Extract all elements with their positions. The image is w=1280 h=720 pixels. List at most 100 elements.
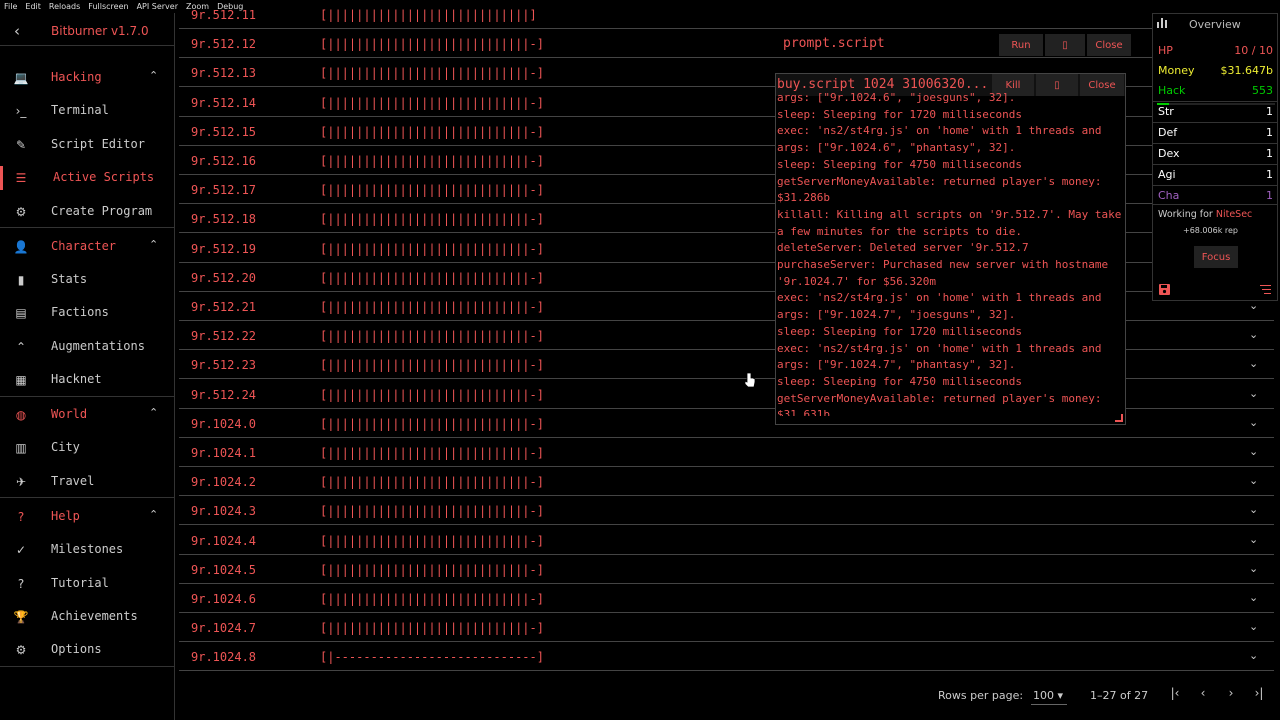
sidebar-item-factions[interactable]: ▤ Factions bbox=[0, 298, 175, 328]
resize-handle[interactable] bbox=[1115, 414, 1123, 422]
hostname: 9r.512.17 bbox=[191, 183, 257, 198]
chevron-down-icon[interactable]: ⌄ bbox=[1249, 387, 1258, 400]
app-title: Bitburner v1.7.0 bbox=[51, 24, 149, 38]
ram-usage-bar: [||||||||||||||||||||||||||||] bbox=[320, 8, 537, 22]
ram-usage-bar: [||||||||||||||||||||||||||||-] bbox=[320, 66, 544, 81]
last-page-icon[interactable]: ›| bbox=[1250, 686, 1268, 700]
airplane-icon: ✈ bbox=[15, 474, 27, 489]
sidebar-item-augmentations[interactable]: ⌃ Augmentations bbox=[0, 332, 175, 362]
sidebar-item-label: Stats bbox=[51, 271, 88, 286]
sidebar-item-label: Hacknet bbox=[51, 372, 102, 387]
sidebar-group-character[interactable]: 👤 Character ⌃ bbox=[0, 232, 175, 262]
sidebar-group-hacking[interactable]: 💻 Hacking ⌃ bbox=[0, 63, 175, 93]
sidebar-item-terminal[interactable]: ›_ Terminal bbox=[0, 96, 175, 126]
sidebar-item-label: Augmentations bbox=[51, 338, 145, 353]
table-row[interactable]: 9r.1024.3 [||||||||||||||||||||||||||||-]… bbox=[179, 496, 1274, 526]
overview-panel: Overview HP 10 / 10 Money $31.647b Hack 553 St… bbox=[1152, 13, 1278, 301]
sidebar-item-create-program[interactable]: ⚙ Create Program bbox=[0, 197, 175, 227]
first-page-icon[interactable]: |‹ bbox=[1166, 686, 1184, 700]
sidebar-item-city[interactable]: ▥ City bbox=[0, 433, 175, 463]
log-line: args: ["9r.1024.6", "joesguns", 32]. bbox=[777, 91, 1016, 104]
table-row[interactable]: 9r.1024.8 [|----------------------------]… bbox=[179, 642, 1274, 672]
hostname: 9r.1024.4 bbox=[191, 533, 257, 548]
save-icon[interactable] bbox=[1159, 284, 1170, 298]
chevron-left-icon[interactable]: ‹ bbox=[14, 22, 20, 40]
menu-api-server[interactable]: API Server bbox=[133, 2, 182, 11]
stat-hack: Hack 553 bbox=[1153, 81, 1277, 101]
minimize-button[interactable]: ▯ bbox=[1045, 34, 1085, 56]
sidebar-item-stats[interactable]: ▮ Stats bbox=[0, 265, 175, 295]
sidebar-item-label: Create Program bbox=[51, 203, 153, 218]
sidebar-item-label: Travel bbox=[51, 473, 95, 488]
options-icon[interactable] bbox=[1260, 284, 1271, 297]
table-row[interactable]: 9r.1024.2 [||||||||||||||||||||||||||||-]… bbox=[179, 467, 1274, 497]
close-button[interactable]: Close bbox=[1087, 34, 1131, 56]
sidebar-item-script-editor[interactable]: ✎ Script Editor bbox=[0, 130, 175, 160]
sidebar-item-active-scripts[interactable]: ☰ Active Scripts bbox=[0, 163, 175, 193]
sidebar-item-hacknet[interactable]: ▦ Hacknet bbox=[0, 365, 175, 395]
prev-page-icon[interactable]: ‹ bbox=[1194, 686, 1212, 700]
sidebar-item-options[interactable]: ⚙ Options bbox=[0, 635, 175, 665]
menu-file[interactable]: File bbox=[0, 2, 21, 11]
sidebar-item-tutorial[interactable]: ? Tutorial bbox=[0, 569, 175, 599]
sidebar-item-label: Factions bbox=[51, 305, 109, 320]
hostname: 9r.512.11 bbox=[191, 8, 257, 22]
sidebar-group-world[interactable]: ◍ World ⌃ bbox=[0, 400, 175, 430]
stat-label: Cha bbox=[1158, 189, 1180, 202]
chevron-down-icon[interactable]: ⌄ bbox=[1249, 562, 1258, 575]
rows-per-page-select[interactable]: 100 ▾ bbox=[1031, 685, 1067, 705]
chevron-down-icon[interactable]: ⌄ bbox=[1249, 416, 1258, 429]
chevron-down-icon[interactable]: ⌄ bbox=[1249, 503, 1258, 516]
menu-reloads[interactable]: Reloads bbox=[45, 2, 84, 11]
stat-value: 1 bbox=[1266, 168, 1273, 181]
chevron-down-icon[interactable]: ⌄ bbox=[1249, 474, 1258, 487]
sidebar-item-achievements[interactable]: 🏆 Achievements bbox=[0, 602, 175, 632]
sidebar-group-help[interactable]: ? Help ⌃ bbox=[0, 502, 175, 532]
chevron-down-icon[interactable]: ⌄ bbox=[1249, 533, 1258, 546]
hostname: 9r.512.16 bbox=[191, 154, 257, 168]
divider bbox=[0, 497, 175, 499]
focus-button[interactable]: Focus bbox=[1194, 246, 1238, 268]
log-line: exec: 'ns2/st4rg.js' on 'home' with 1 th… bbox=[777, 291, 1109, 322]
chevron-down-icon[interactable]: ⌄ bbox=[1249, 357, 1258, 370]
question-icon: ? bbox=[17, 576, 25, 591]
ram-usage-bar: [||||||||||||||||||||||||||||-] bbox=[320, 446, 544, 460]
sidebar-item-milestones[interactable]: ✓ Milestones bbox=[0, 535, 175, 565]
sidebar-item-label: City bbox=[51, 440, 80, 455]
prompt-window-title[interactable]: prompt.script bbox=[783, 36, 885, 51]
stat-def: Def 1 bbox=[1153, 123, 1277, 143]
menu-fullscreen[interactable]: Fullscreen bbox=[84, 2, 132, 11]
sidebar-item-travel[interactable]: ✈ Travel bbox=[0, 467, 175, 497]
chevron-down-icon[interactable]: ⌄ bbox=[1249, 649, 1258, 662]
chevron-down-icon[interactable]: ⌄ bbox=[1249, 445, 1258, 458]
rows-per-page-label: Rows per page: bbox=[938, 689, 1024, 702]
hostname: 9r.1024.0 bbox=[191, 416, 257, 431]
chevron-down-icon[interactable]: ⌄ bbox=[1249, 328, 1258, 341]
table-row[interactable]: 9r.1024.1 [||||||||||||||||||||||||||||-]… bbox=[179, 438, 1274, 467]
stat-value: 1 bbox=[1266, 126, 1273, 139]
ram-usage-bar: [||||||||||||||||||||||||||||-] bbox=[320, 592, 544, 606]
bar-chart-icon: ▮ bbox=[17, 272, 25, 287]
hostname: 9r.1024.2 bbox=[191, 475, 257, 490]
ram-usage-bar: [||||||||||||||||||||||||||||-] bbox=[320, 504, 544, 519]
divider bbox=[1153, 204, 1277, 205]
table-row[interactable]: 9r.1024.6 [||||||||||||||||||||||||||||-]… bbox=[179, 584, 1274, 613]
log-line: sleep: Sleeping for 1720 milliseconds bbox=[777, 324, 1023, 338]
hostname: 9r.512.13 bbox=[191, 66, 257, 81]
hostname: 9r.512.20 bbox=[191, 270, 257, 285]
log-line: purchaseServer: Purchased new server wit… bbox=[777, 258, 1115, 288]
table-row[interactable]: 9r.1024.5 [||||||||||||||||||||||||||||-]… bbox=[179, 555, 1274, 584]
chevron-up-icon: ⌃ bbox=[149, 69, 159, 82]
next-page-icon[interactable]: › bbox=[1222, 686, 1240, 700]
hostname: 9r.512.23 bbox=[191, 358, 257, 373]
chevron-down-icon[interactable]: ⌄ bbox=[1249, 591, 1258, 604]
log-line: getServerMoneyAvailable: returned player… bbox=[777, 391, 1109, 416]
table-row[interactable]: 9r.1024.7 [||||||||||||||||||||||||||||-]… bbox=[179, 613, 1274, 643]
ram-usage-bar: [||||||||||||||||||||||||||||-] bbox=[320, 270, 544, 285]
table-row[interactable]: 9r.1024.4 [||||||||||||||||||||||||||||-]… bbox=[179, 526, 1274, 555]
chevron-down-icon[interactable]: ⌄ bbox=[1249, 620, 1258, 633]
bar-chart-icon[interactable] bbox=[1157, 17, 1168, 31]
table-row[interactable]: 9r.512.11[||||||||||||||||||||||||||||]⌄ bbox=[179, 0, 1274, 29]
menu-edit[interactable]: Edit bbox=[21, 2, 45, 11]
run-button[interactable]: Run bbox=[999, 34, 1043, 56]
